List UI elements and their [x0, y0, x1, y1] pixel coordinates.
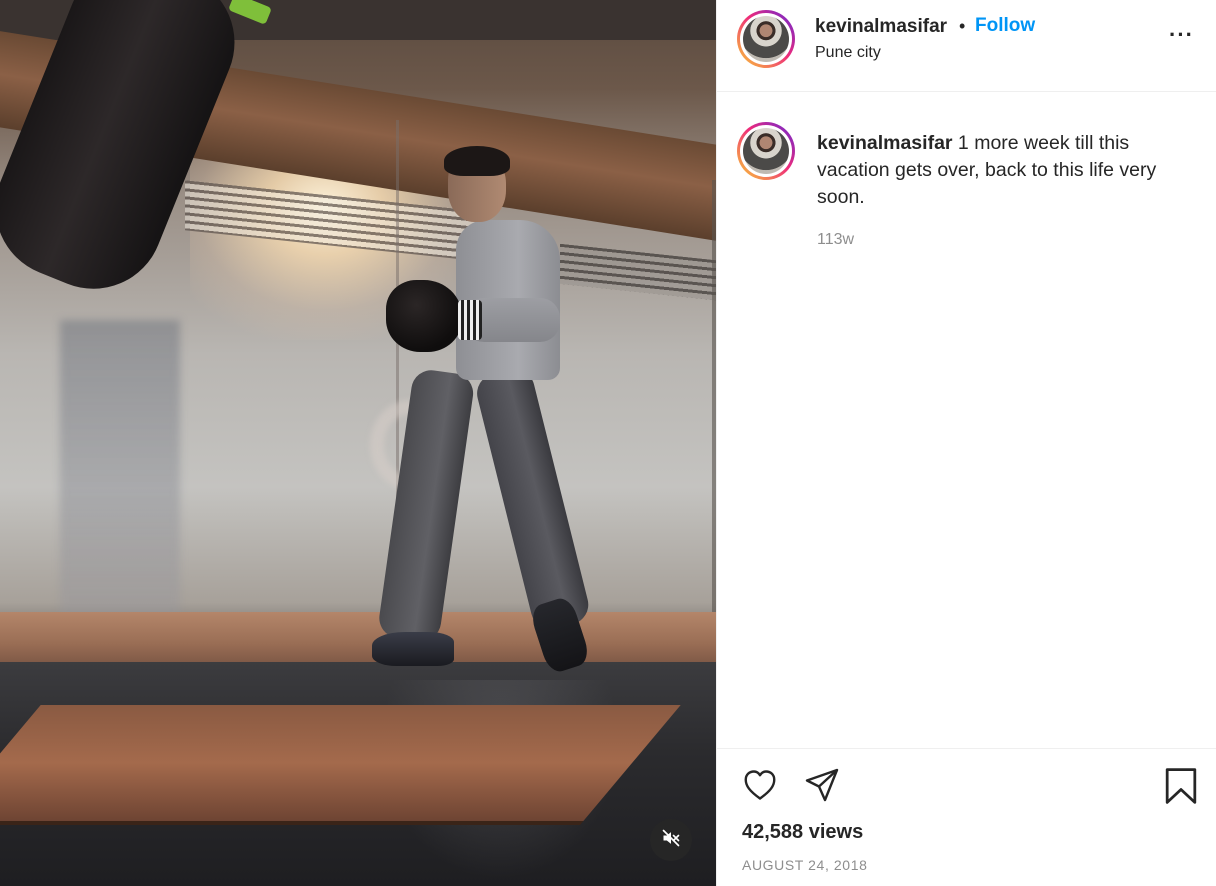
speaker-muted-icon — [661, 828, 681, 853]
boxer-leg-right — [472, 364, 593, 634]
heart-icon[interactable] — [741, 767, 779, 808]
post-location[interactable]: Pune city — [815, 44, 881, 62]
follow-button[interactable]: Follow — [975, 15, 1035, 37]
video-reflection — [60, 320, 180, 620]
caption-timestamp[interactable]: 113w — [817, 231, 854, 249]
caption-username[interactable]: kevinalmasifar — [817, 132, 953, 154]
bookmark-icon[interactable] — [1163, 767, 1199, 810]
more-options-icon[interactable]: ··· — [1169, 22, 1194, 48]
post-date[interactable]: AUGUST 24, 2018 — [742, 857, 867, 873]
boxer-glove — [386, 280, 462, 352]
author-username[interactable]: kevinalmasifar — [815, 16, 947, 38]
post-actions: 42,588 views AUGUST 24, 2018 — [717, 748, 1216, 886]
video-wall-trim — [0, 612, 716, 664]
post-header: kevinalmasifar • Follow Pune city ··· — [717, 0, 1216, 92]
mute-button[interactable] — [650, 819, 692, 861]
video-floor-mat — [0, 705, 681, 825]
boxer-wrist-wrap — [458, 300, 482, 340]
video-boxer — [360, 140, 600, 700]
boxer-shoe-left — [372, 632, 454, 666]
post-video[interactable] — [0, 0, 716, 886]
author-avatar[interactable] — [737, 10, 795, 68]
separator-dot: • — [959, 16, 966, 36]
post-sidebar: kevinalmasifar • Follow Pune city ··· ke… — [716, 0, 1216, 886]
boxer-leg-left — [376, 367, 476, 644]
paper-plane-icon[interactable] — [803, 767, 841, 808]
boxer-hair — [444, 146, 510, 176]
post-caption: kevinalmasifar 1 more week till this vac… — [817, 130, 1177, 211]
view-count[interactable]: 42,588 views — [742, 821, 863, 844]
caption-avatar[interactable] — [737, 122, 795, 180]
